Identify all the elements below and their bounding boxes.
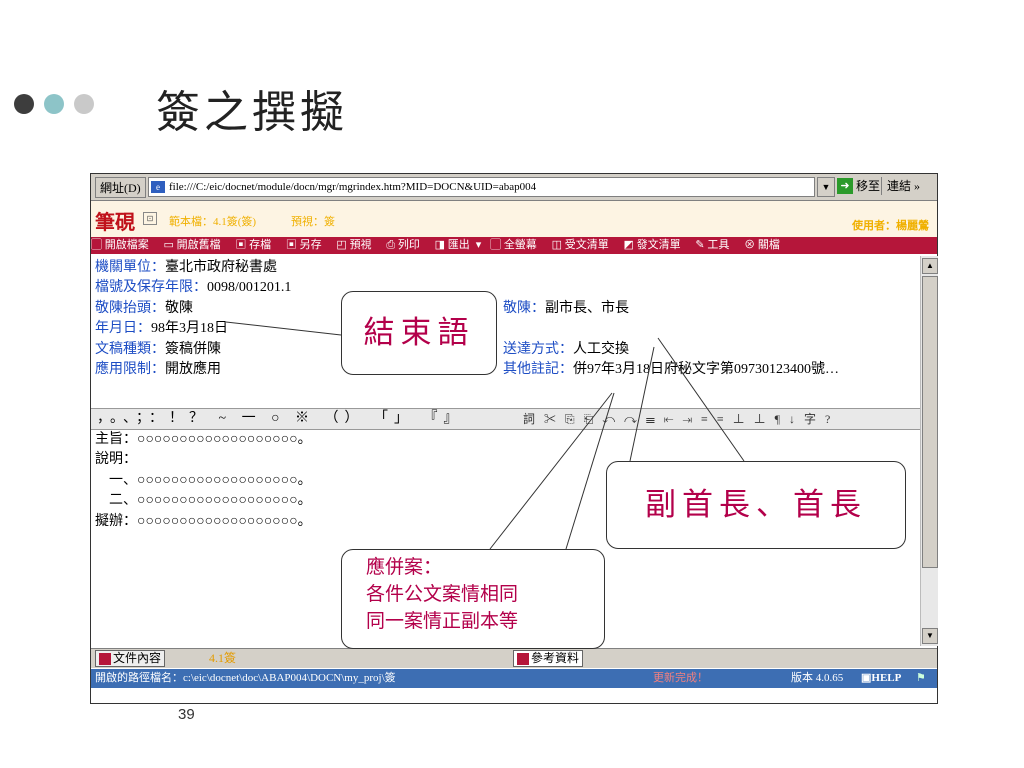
brand-mini-icon[interactable]: ⊡: [143, 212, 157, 225]
menu-tools[interactable]: ✎ 工具: [695, 239, 735, 251]
body-item-2: 二、○○○○○○○○○○○○○○○○○○○。: [95, 493, 312, 508]
bullet-dot-2: [44, 94, 64, 114]
status-flag-icon: ⚑: [916, 672, 926, 684]
callout-heads: 副首長、首長: [606, 461, 906, 549]
document-icon: [99, 653, 111, 666]
body-subject: 主旨：○○○○○○○○○○○○○○○○○○○。: [95, 432, 312, 447]
menu-recipients[interactable]: ◫ 受文清單: [552, 239, 615, 251]
menu-preview[interactable]: ◰ 預視: [336, 239, 377, 251]
go-arrow-icon: ➜: [837, 178, 853, 194]
go-button[interactable]: ➜ 移至: [837, 177, 880, 195]
menu-fullscreen[interactable]: ▢ 全螢幕: [490, 239, 543, 251]
address-input[interactable]: e file:///C:/eic/docnet/module/docn/mgr/m…: [148, 177, 815, 197]
field-agency[interactable]: 機關單位：臺北市政府秘書處: [95, 258, 277, 279]
vertical-scrollbar[interactable]: ▲ ▼: [920, 256, 938, 646]
field-note[interactable]: 其他註記：併97年3月18日府秘文字第09730123400號…: [503, 360, 839, 381]
menu-close[interactable]: ⊗ 關檔: [744, 239, 786, 251]
doc-count: 4.1簽: [209, 651, 237, 665]
scroll-up-icon[interactable]: ▲: [922, 258, 938, 274]
address-bar: 網址(D) e file:///C:/eic/docnet/module/docn…: [91, 174, 937, 201]
callout-merge: 應併案： 各件公文案情相同 同一案情正副本等: [341, 549, 605, 649]
body-item-1: 一、○○○○○○○○○○○○○○○○○○○。: [95, 473, 312, 488]
body-proposal: 擬辦：○○○○○○○○○○○○○○○○○○○。: [95, 514, 312, 529]
punctuation-marks[interactable]: ，。、；：！？ ~ 一 ○ ※ （） 「」 『』: [97, 409, 464, 429]
menu-save-as[interactable]: ▣ 另存: [286, 239, 328, 251]
content-tab-button[interactable]: 文件內容: [95, 650, 166, 667]
template-version: 範本檔：4.1簽(簽): [169, 216, 257, 228]
body-desc: 說明：: [95, 452, 137, 467]
slide-bullets: [14, 94, 94, 114]
edit-tools[interactable]: 詞 ✂ ⎘ ⎗ ↶ ↷ ☰ ⇤ ⇥ ≡ ≡ ⊥ ⊥ ¶ ↓ 字 ?: [523, 409, 833, 429]
help-button[interactable]: ▣HELP: [861, 669, 901, 688]
field-respect[interactable]: 敬陳：副市長、市長: [503, 299, 629, 320]
callout-ending: 結束語: [341, 291, 497, 375]
slide-title: 簽之撰擬: [156, 87, 348, 138]
menu-print[interactable]: ⎙ 列印: [386, 239, 426, 251]
document-fields: 機關單位：臺北市政府秘書處 檔號及保存年限：0098/001201.1 敬陳抬頭…: [91, 256, 921, 416]
punctuation-toolbar: ，。、；：！？ ~ 一 ○ ※ （） 「」 『』 詞 ✂ ⎘ ⎗ ↶ ↷ ☰ ⇤…: [91, 408, 920, 430]
menu-open-file[interactable]: ▢ 開啟檔案: [91, 239, 155, 251]
bullet-dot-3: [74, 94, 94, 114]
preview-label: 預視：簽: [291, 216, 335, 228]
app-statusbar: 開啟的路徑檔名：c:\eic\docnet\doc\ABAP004\DOCN\m…: [91, 669, 937, 688]
field-file-no[interactable]: 檔號及保存年限：0098/001201.1: [95, 278, 291, 299]
page-number: 39: [178, 706, 195, 723]
menu-send-list[interactable]: ◩ 發文清單: [623, 239, 686, 251]
app-header: 筆硯 ⊡ 範本檔：4.1簽(簽) 預視：簽 使用者：楊麗鶯: [91, 201, 937, 237]
reference-button[interactable]: 參考資料: [513, 650, 584, 667]
reference-icon: [517, 653, 529, 666]
callout-merge-line-2: 同一案情正副本等: [366, 610, 519, 632]
field-delivery[interactable]: 送達方式：人工交換: [503, 340, 629, 361]
field-use[interactable]: 應用限制：開放應用: [95, 360, 221, 381]
bullet-dot-1: [14, 94, 34, 114]
current-user: 使用者：楊麗鶯: [852, 220, 929, 232]
app-menubar: ▢ 開啟檔案 ▭ 開啟舊檔 ▣ 存檔 ▣ 另存 ◰ 預視 ⎙ 列印 ◨ 匯出 ▾ …: [91, 237, 937, 254]
open-path: 開啟的路徑檔名：c:\eic\docnet\doc\ABAP004\DOCN\m…: [95, 672, 396, 684]
callout-merge-line-1: 各件公文案情相同: [366, 583, 519, 605]
ie-page-icon: e: [151, 181, 165, 194]
field-date[interactable]: 年月日：98年3月18日: [95, 319, 228, 340]
links-button[interactable]: 連結 »: [881, 177, 920, 195]
app-brand: 筆硯: [95, 212, 135, 234]
app-version: 版本 4.0.65: [791, 672, 844, 684]
url-text: file:///C:/eic/docnet/module/docn/mgr/mg…: [169, 181, 537, 193]
menu-save[interactable]: ▣ 存檔: [235, 239, 277, 251]
go-label: 移至: [856, 179, 881, 193]
address-dropdown-button[interactable]: ▼: [817, 177, 835, 197]
menu-export[interactable]: ◨ 匯出 ▾: [435, 239, 482, 251]
scroll-down-icon[interactable]: ▼: [922, 628, 938, 644]
scroll-thumb[interactable]: [922, 276, 938, 568]
update-status: 更新完成！: [653, 672, 708, 684]
document-statusbar: 文件內容 4.1簽 參考資料: [91, 648, 937, 668]
menu-open-old[interactable]: ▭ 開啟舊檔: [164, 239, 227, 251]
field-top[interactable]: 敬陳抬頭：敬陳: [95, 299, 193, 320]
callout-merge-title: 應併案：: [366, 556, 443, 578]
field-doc-type[interactable]: 文稿種類：簽稿併陳: [95, 340, 221, 361]
address-label: 網址(D): [95, 177, 146, 198]
